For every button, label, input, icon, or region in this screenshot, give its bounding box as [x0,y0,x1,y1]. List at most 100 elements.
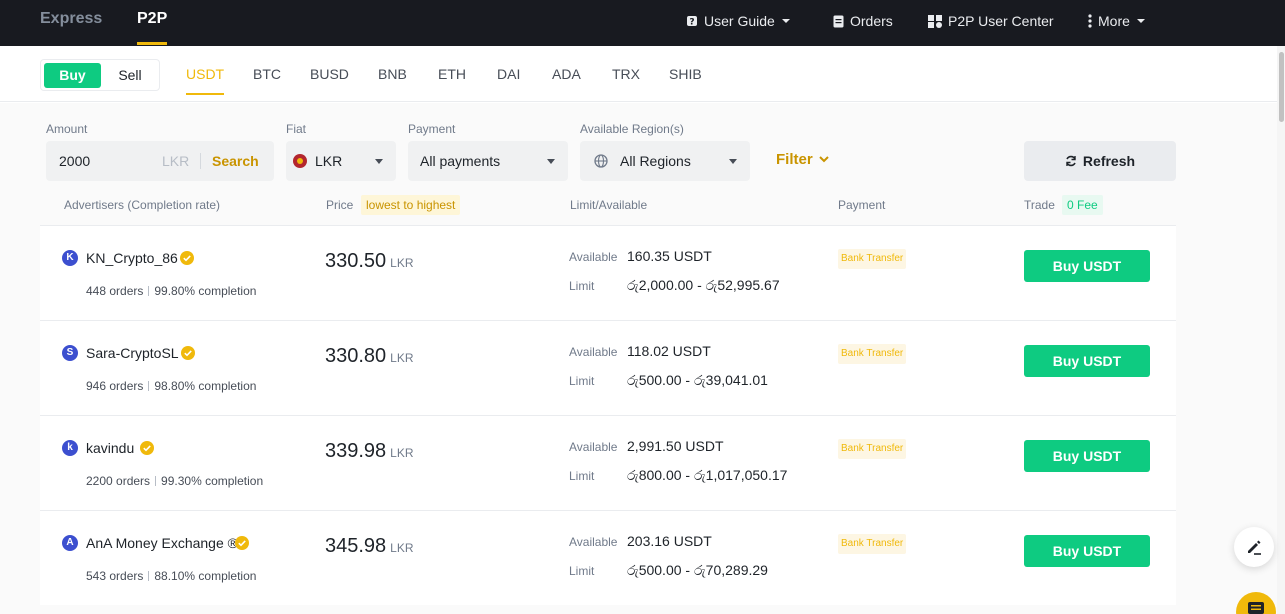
coin-tab-busd[interactable]: BUSD [310,66,349,82]
header-trade: Trade [1024,198,1055,212]
buy-toggle-button[interactable]: Buy [44,63,101,88]
verified-badge-icon [235,536,249,550]
refresh-button[interactable]: Refresh [1024,141,1176,181]
avatar: k [62,440,78,456]
search-button[interactable]: Search [212,153,259,169]
coin-tab-ada[interactable]: ADA [552,66,581,82]
more-dots-icon [1088,14,1092,28]
user-center-label: P2P User Center [948,13,1054,29]
zero-fee-badge: 0 Fee [1062,195,1103,215]
coin-tab-bnb[interactable]: BNB [378,66,407,82]
tab-p2p[interactable]: P2P [137,10,168,45]
edit-floating-button[interactable] [1234,527,1274,567]
avatar: S [62,345,78,361]
more-menu[interactable]: More [1088,13,1146,29]
buy-sell-toggle: Buy Sell [40,59,160,91]
fiat-value: LKR [315,153,343,169]
fiat-label: Fiat [286,122,307,136]
amount-label: Amount [46,122,88,136]
available-value: 203.16 USDT [627,533,712,549]
edit-icon [1248,540,1261,555]
header-payment: Payment [838,198,886,212]
price: 345.98 LKR [325,535,414,557]
price-sort-badge[interactable]: lowest to highest [361,195,461,215]
advertiser-name[interactable]: Sara-CryptoSL [86,345,179,361]
lkr-flag-icon [293,154,307,168]
available-value: 160.35 USDT [627,248,712,264]
completion-rate: 98.80% completion [154,379,257,393]
header-advertisers: Advertisers (Completion rate) [64,198,221,212]
tab-express[interactable]: Express [40,10,102,28]
globe-icon [594,154,608,168]
advertiser-stats: 2200 orders 99.30% completion [86,474,263,488]
chevron-down-icon [818,156,829,163]
advertiser-name[interactable]: kavindu [86,440,134,456]
verified-badge-icon [180,251,194,265]
sell-toggle-button[interactable]: Sell [103,63,157,88]
user-guide-menu[interactable]: ? User Guide [686,13,791,29]
coin-tab-btc[interactable]: BTC [253,66,281,82]
orders-link[interactable]: Orders [833,13,893,29]
table-row: A AnA Money Exchange ® 543 orders 88.10% … [40,510,1176,605]
price: 330.50 LKR [325,250,414,272]
scrollbar-track[interactable] [1277,46,1285,614]
limit-value: රු500.00 - රු70,289.29 [627,562,768,578]
table-row: S Sara-CryptoSL 946 orders 98.80% complet… [40,320,1176,415]
payment-method-tag: Bank Transfer [838,534,907,554]
caret-down-icon [375,159,383,164]
limit-label: Limit [569,564,595,578]
refresh-label: Refresh [1082,153,1136,169]
table-row: K KN_Crypto_86 448 orders 99.80% completi… [40,225,1176,320]
available-value: 2,991.50 USDT [627,438,724,454]
buy-usdt-button[interactable]: Buy USDT [1024,345,1150,377]
refresh-icon [1066,155,1076,167]
limit-label: Limit [569,279,595,293]
order-count: 543 orders [86,569,144,583]
svg-text:?: ? [689,18,694,28]
avatar: K [62,250,78,266]
more-label: More [1098,13,1130,29]
coin-tab-usdt[interactable]: USDT [186,66,225,95]
buy-usdt-button[interactable]: Buy USDT [1024,535,1150,567]
top-navbar: Express P2P ? User Guide Orders P2P User… [0,0,1285,46]
payment-select[interactable]: All payments [408,141,568,181]
payment-method-tag: Bank Transfer [838,439,907,459]
limit-label: Limit [569,469,595,483]
verified-badge-icon [140,441,154,455]
caret-down-icon [729,159,737,164]
user-center-icon [928,14,942,28]
order-count: 448 orders [86,284,144,298]
amount-currency: LKR [162,153,190,169]
available-value: 118.02 USDT [627,343,711,359]
scrollbar-thumb[interactable] [1279,52,1284,122]
limit-value: රු2,000.00 - රු52,995.67 [627,277,780,293]
coin-tab-shib[interactable]: SHIB [669,66,702,82]
available-label: Available [569,440,618,454]
filter-button[interactable]: Filter [776,151,829,168]
amount-input[interactable]: 2000 LKR Search [46,141,274,181]
buy-usdt-button[interactable]: Buy USDT [1024,440,1150,472]
region-select[interactable]: All Regions [580,141,750,181]
fiat-select[interactable]: LKR [286,141,396,181]
payment-value: All payments [420,153,501,169]
coin-tab-dai[interactable]: DAI [497,66,520,82]
coin-tabs-row: Buy Sell USDT BTC BUSD BNB ETH DAI ADA T… [0,46,1285,102]
caret-down-icon [781,19,790,23]
completion-rate: 99.80% completion [154,284,257,298]
user-guide-label: User Guide [704,13,775,29]
caret-down-icon [547,159,555,164]
coin-tab-trx[interactable]: TRX [612,66,640,82]
completion-rate: 99.30% completion [161,474,264,488]
user-center-link[interactable]: P2P User Center [928,13,1054,29]
advertiser-stats: 946 orders 98.80% completion [86,379,256,393]
orders-icon [833,15,844,27]
buy-usdt-button[interactable]: Buy USDT [1024,250,1150,282]
advertiser-name[interactable]: KN_Crypto_86 [86,250,178,266]
payment-method-tag: Bank Transfer [838,249,907,269]
coin-tab-eth[interactable]: ETH [438,66,466,82]
advertiser-stats: 448 orders 99.80% completion [86,284,256,298]
region-label: Available Region(s) [580,122,684,136]
header-price: Price [326,198,354,212]
order-count: 946 orders [86,379,144,393]
advertiser-name[interactable]: AnA Money Exchange ® [86,535,238,551]
